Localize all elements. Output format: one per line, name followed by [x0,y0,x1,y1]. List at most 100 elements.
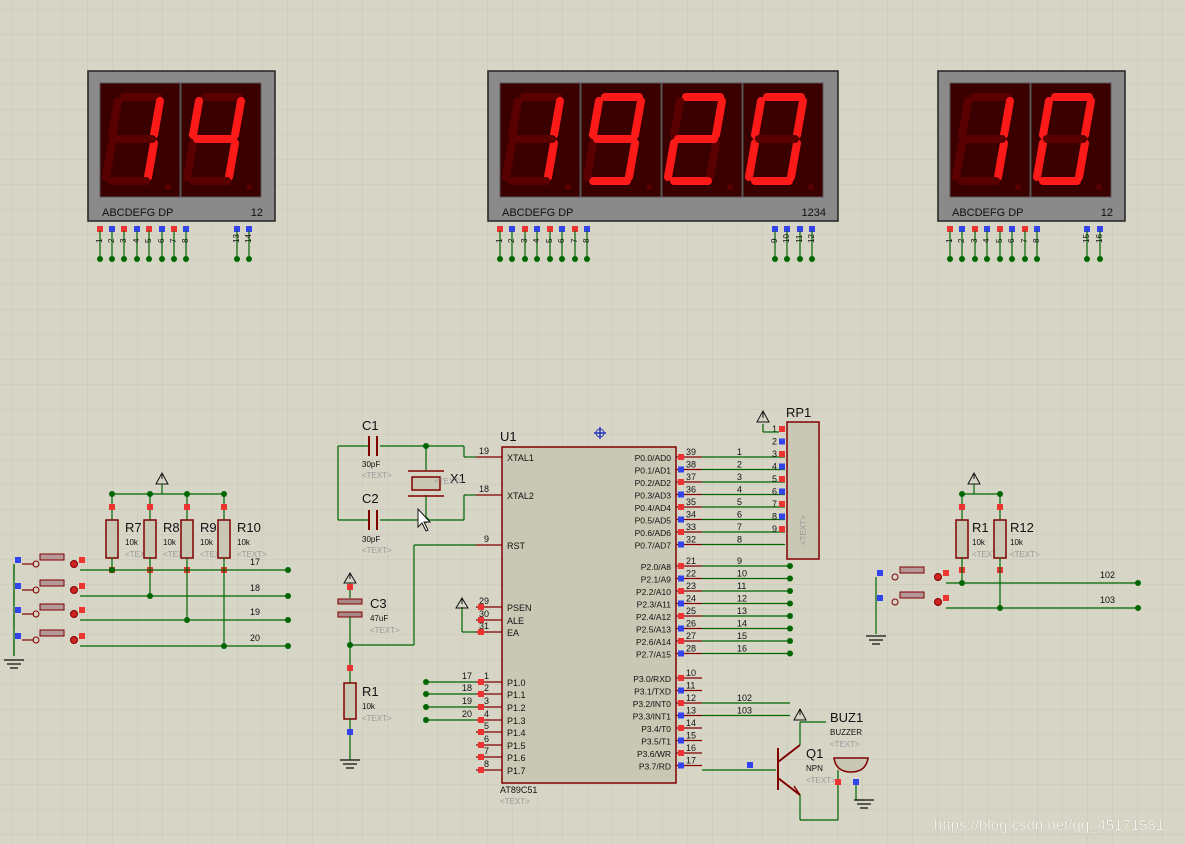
junction-dot [787,563,793,569]
net-label: 102 [1100,570,1115,580]
junction-dot [109,567,115,573]
button-terminal-red [70,636,78,644]
mcu-pin-name: P1.6 [507,753,526,763]
net-label: 18 [462,683,472,693]
net-label: 11 [737,581,746,591]
buz1-text: <TEXT> [830,740,860,749]
net-label: 19 [250,607,260,617]
mcu-pin-number: 1 [484,671,489,681]
push-button-cap [39,553,65,561]
c1-text: <TEXT> [362,471,392,480]
junction-dot [787,638,793,644]
pin-marker [877,570,883,576]
resistor-r9-body [180,519,194,559]
mcu-pin-name: P0.7/AD7 [635,541,672,551]
junction-dot [997,256,1003,262]
mcu-pin-name: P0.5/AD5 [635,516,672,526]
junction-dot [1135,580,1141,586]
net-label: 13 [737,606,747,616]
segment-label: ABCDEFG DP [952,207,1024,219]
junction-dot [959,491,965,497]
mcu-pin-number: 26 [686,619,696,629]
mcu-pin-marker [678,600,684,607]
net-label: 20 [462,709,472,719]
mcu-pin-name: P0.1/AD1 [635,466,672,476]
junction-dot [959,256,965,262]
mcu-pin-marker [678,516,684,523]
pin-marker [15,557,21,563]
mcu-pin-marker [678,479,684,485]
junction-dot [146,256,152,262]
mcu-pin-name: XTAL1 [507,453,534,463]
rp1-pin-number: 8 [772,512,777,522]
junction-dot [147,593,153,599]
pin-marker [79,607,85,613]
button-terminal-red [70,560,78,568]
r7-value: 10k [125,538,139,547]
display-pin-number: 7 [1020,238,1029,243]
net-label: 17 [250,557,260,567]
mcu-pin-name: RST [507,541,526,551]
rp1-pin-number: 6 [772,487,777,497]
mcu-pin-marker [678,529,684,535]
rp1-pin-number: 5 [772,474,777,484]
display-pin-number: 5 [995,238,1004,243]
mcu-pin-number: 36 [686,485,696,495]
mcu-pin-marker [678,737,684,744]
segment-label: ABCDEFG DP [502,207,574,219]
mcu-pin-number: 13 [686,706,696,716]
mcu-pin-name: P0.2/AD2 [635,478,672,488]
push-button-cap [39,629,65,637]
rp1-pin-number: 7 [772,499,777,509]
r1b-value: 10k [972,538,986,547]
r7-ref: R7 [125,520,142,535]
junction-dot [497,256,503,262]
display-pin-number: 4 [532,238,541,243]
r8-value: 10k [163,538,177,547]
display-pin-number: 6 [557,238,566,243]
r12-value: 10k [1010,538,1024,547]
net-label: 3 [737,472,742,482]
display-pin-number: 3 [119,238,128,243]
c3-value: 47uF [370,614,388,623]
pin-marker [853,779,859,785]
net-label: 1 [737,447,742,457]
net-label: 17 [462,671,472,681]
mcu-pin-name: P2.6/A14 [636,637,671,647]
pin-marker [997,504,1003,510]
mcu-pin-marker [678,504,684,510]
junction-dot [784,256,790,262]
junction-dot [184,617,190,623]
mcu-pin-number: 19 [479,446,489,456]
pin-marker [79,583,85,589]
mcu-pin-name: P1.5 [507,741,526,751]
junction-dot [984,256,990,262]
junction-dot [97,256,103,262]
net-label: 18 [250,583,260,593]
decimal-point [646,184,652,190]
mcu-pin-number: 21 [686,556,696,566]
display-pin-number: 4 [132,238,141,243]
mcu-pin-number: 8 [484,759,489,769]
net-label: 15 [737,631,747,641]
mcu-pin-number: 27 [686,631,696,641]
decimal-point [808,184,814,190]
r10-value: 10k [237,538,251,547]
net-label: 10 [737,569,747,579]
mcu-pin-marker [678,700,684,706]
display-pin-number: 16 [1095,234,1104,243]
mcu-pin-name: XTAL2 [507,491,534,501]
junction-dot [972,256,978,262]
net-label: 12 [737,594,747,604]
junction-dot [772,256,778,262]
digit-label: 1234 [802,207,826,219]
pin-marker [347,665,353,671]
junction-dot [787,625,793,632]
display-pin-number: 7 [169,238,178,243]
display-pin-number: 2 [107,238,116,243]
mcu-pin-marker [678,575,684,582]
mcu-pin-name: P0.0/AD0 [635,453,672,463]
display-pin-number: 5 [545,238,554,243]
junction-dot [1009,256,1015,262]
rp1-pin-marker [779,463,785,470]
